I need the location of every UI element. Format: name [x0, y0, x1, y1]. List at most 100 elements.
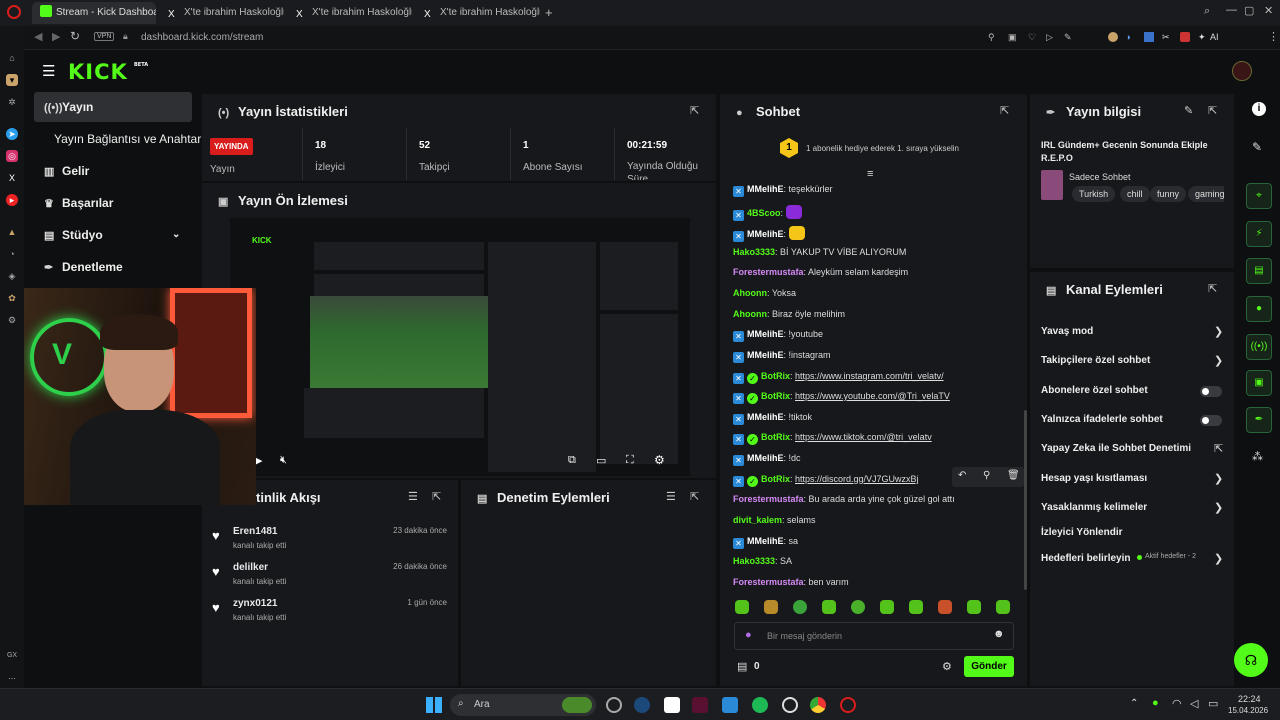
tab-x-2[interactable]: XX'te ibrahim Haskoloğlu: ' [288, 2, 412, 24]
minimize-icon[interactable]: — [1226, 4, 1237, 16]
flame-icon[interactable]: ▲ [6, 226, 18, 238]
emote-icon[interactable] [764, 600, 778, 614]
vscode-icon[interactable] [722, 697, 738, 713]
x-icon[interactable]: X [6, 172, 18, 184]
chevron-right-icon[interactable]: ❯ [1214, 501, 1223, 514]
chat-username[interactable]: divit_kalem [733, 515, 782, 525]
pinned-collapse-icon[interactable]: ≡ [867, 168, 873, 180]
chat-link[interactable]: https://www.youtube.com/@Tri_velaTV [795, 391, 950, 401]
channel-action-item[interactable]: Yavaş mod [1041, 326, 1093, 337]
chevron-right-icon[interactable]: ❯ [1214, 325, 1223, 338]
emote-icon[interactable] [880, 600, 894, 614]
menu-dots-icon[interactable]: ⋮ [1268, 30, 1279, 43]
emote-icon[interactable] [793, 600, 807, 614]
chat-username[interactable]: Hako3333 [733, 247, 775, 257]
emote-icon[interactable] [735, 600, 749, 614]
camera-icon[interactable]: ▣ [1008, 32, 1017, 43]
chat-link[interactable]: https://www.tiktok.com/@tri_velatv [795, 432, 932, 442]
chevron-right-icon[interactable]: ❯ [1214, 354, 1223, 367]
heart-icon[interactable]: ♡ [1028, 32, 1036, 43]
user-avatar[interactable] [1232, 61, 1252, 81]
channel-action-item[interactable]: Hesap yaşı kısıtlaması [1041, 473, 1147, 484]
youtube-icon[interactable]: ▸ [6, 194, 18, 206]
nav-item-studio[interactable]: ▤ Stüdyo ⌄ [34, 220, 192, 250]
popout-icon[interactable]: ⇱ [690, 104, 699, 117]
emoji-icon[interactable]: ☻ [993, 628, 1005, 640]
cube-icon[interactable]: ◈ [6, 270, 18, 282]
chat-username[interactable]: BotRix [761, 432, 790, 442]
nav-item-revenue[interactable]: ▥ Gelir [34, 156, 192, 186]
channel-action-item[interactable]: Hedefleri belirleyin [1041, 553, 1130, 564]
tab-x-1[interactable]: XX'te ibrahim Haskoloğlu: ' [160, 2, 284, 24]
follower-name[interactable]: delilker [233, 562, 268, 573]
tray-volume-icon[interactable]: ◁ [1190, 697, 1198, 710]
filter-icon[interactable]: ☰ [666, 490, 676, 503]
filter-icon[interactable]: ☰ [408, 490, 418, 503]
follower-name[interactable]: zynx0121 [233, 598, 277, 609]
tray-wifi-icon[interactable]: ◠ [1172, 697, 1182, 710]
hamburger-menu-icon[interactable]: ☰ [42, 62, 55, 80]
popout-icon[interactable]: ⇱ [690, 490, 699, 503]
tray-mic-icon[interactable]: ● [1152, 697, 1159, 709]
emote-icon[interactable] [851, 600, 865, 614]
emote-icon[interactable] [996, 600, 1010, 614]
back-icon[interactable]: ◀ [34, 30, 42, 43]
chat-settings-icon[interactable]: ⚙ [942, 660, 952, 673]
url-field[interactable]: dashboard.kick.com/stream [141, 32, 263, 43]
maximize-icon[interactable]: ▢ [1244, 4, 1254, 17]
channel-action-item[interactable]: Yasaklanmış kelimeler [1041, 502, 1147, 513]
app-icon[interactable] [692, 697, 708, 713]
rail-document-icon[interactable]: ▤ [1246, 258, 1272, 284]
tag[interactable]: funny [1150, 186, 1187, 202]
nav-item-achievements[interactable]: ♛ Başarılar [34, 188, 192, 218]
gift-leaderboard-banner[interactable]: 1 1 abonelik hediye ederek 1. sıraya yük… [780, 138, 1010, 160]
microphone-icon[interactable]: ● [745, 629, 752, 641]
chrome-icon[interactable] [810, 697, 826, 713]
tray-chevron-icon[interactable]: ⌃ [1130, 698, 1138, 709]
support-chat-button[interactable]: ☊ [1234, 643, 1268, 677]
nav-item-stream-key[interactable]: Yayın Bağlantısı ve Anahtarı [34, 124, 205, 154]
star-icon[interactable]: ✲ [6, 96, 18, 108]
settings-gear-icon[interactable]: ⚙ [654, 453, 665, 467]
reply-icon[interactable]: ↶ [958, 470, 966, 481]
emote-icon[interactable] [967, 600, 981, 614]
chat-username[interactable]: Forestermustafa [733, 494, 804, 504]
send-button[interactable]: Gönder [964, 656, 1014, 677]
mute-icon[interactable]: 🔇︎ [280, 454, 287, 467]
toggle-switch[interactable] [1200, 415, 1222, 426]
nav-item-stream[interactable]: ((•))Yayın [34, 92, 192, 122]
tray-battery-icon[interactable]: ▭ [1208, 697, 1218, 710]
stream-preview-video[interactable]: KICK ▶ 🔇︎ ⧉ ▭ ⛶ ⚙ [230, 218, 690, 476]
chat-username[interactable]: Forestermustafa [733, 577, 804, 587]
popout-icon[interactable]: ⇱ [1000, 104, 1009, 117]
windows-start-icon[interactable] [426, 697, 442, 713]
chat-username[interactable]: Forestermustafa [733, 267, 804, 277]
channel-action-item[interactable]: Yapay Zeka ile Sohbet Denetimi [1041, 443, 1191, 454]
channel-action-item[interactable]: Takipçilere özel sohbet [1041, 355, 1150, 366]
chat-username[interactable]: 4BScoo [747, 208, 781, 218]
history-icon[interactable]: ◔ [6, 248, 18, 260]
chevron-right-icon[interactable]: ❯ [1214, 472, 1223, 485]
steam-icon[interactable] [634, 697, 650, 713]
emote-icon[interactable] [938, 600, 952, 614]
pip-icon[interactable]: ▭ [596, 454, 606, 467]
browser-logo-icon[interactable] [7, 5, 21, 19]
opera-gx-icon[interactable] [840, 697, 856, 713]
bookmark-icon[interactable]: ⚲ [988, 32, 995, 43]
play-icon[interactable]: ▷ [1046, 32, 1053, 43]
obs-icon[interactable] [606, 697, 622, 713]
chat-link[interactable]: https://discord.gg/VJ7GUwzxBj [795, 474, 919, 484]
github-icon[interactable] [782, 697, 798, 713]
channel-action-item[interactable]: İzleyici Yönlendir [1041, 527, 1123, 538]
chat-username[interactable]: Ahoonn [733, 309, 767, 319]
rail-chat-icon[interactable]: ● [1246, 296, 1272, 322]
gamepad-icon[interactable]: ⌂ [6, 52, 18, 64]
tab-x-3[interactable]: XX'te ibrahim Haskoloğlu: ' [416, 2, 540, 24]
chat-username[interactable]: MMelihE [747, 536, 784, 546]
tab-kick-dashboard[interactable]: Stream - Kick Dashboard [32, 2, 156, 24]
info-icon[interactable]: i [1252, 102, 1266, 116]
settings-icon[interactable]: ⚙ [6, 314, 18, 326]
fullscreen-icon[interactable]: ⛶ [626, 454, 634, 467]
clip-icon[interactable]: ⧉ [568, 454, 576, 467]
tag[interactable]: gaming [1188, 186, 1224, 202]
